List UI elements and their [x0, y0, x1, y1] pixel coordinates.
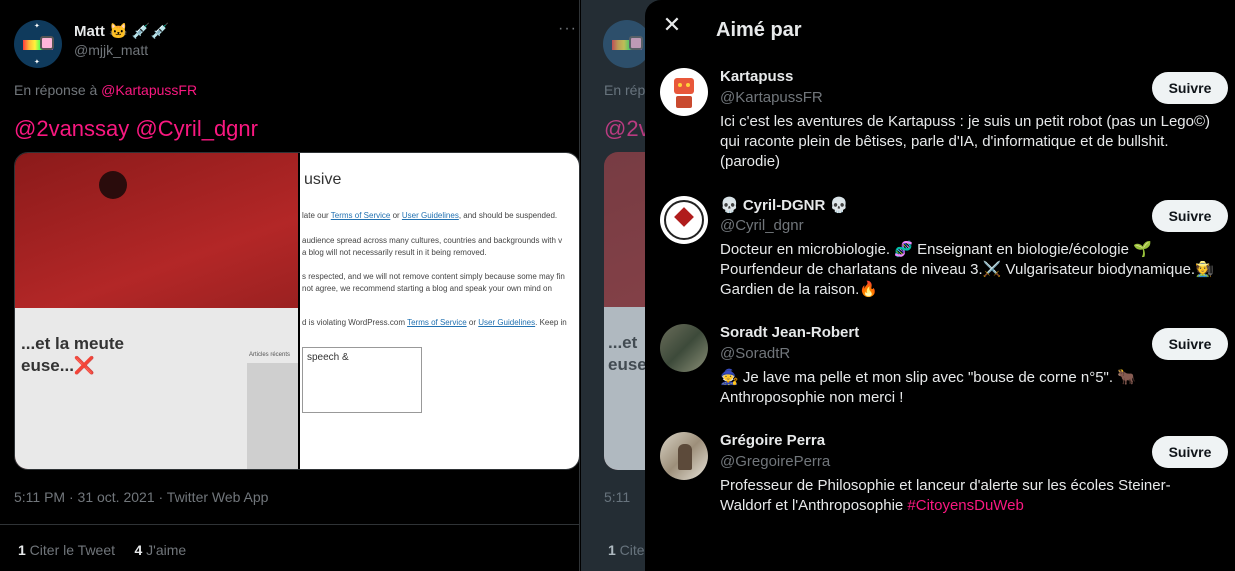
user-bio: Ici c'est les aventures de Kartapuss : j…	[720, 113, 1211, 170]
hashtag-link[interactable]: #CitoyensDuWeb	[907, 497, 1023, 514]
user-handle[interactable]: @GregoirePerra	[720, 453, 830, 470]
follow-button[interactable]: Suivre	[1152, 436, 1228, 468]
author-handle[interactable]: @mjjk_matt	[74, 42, 169, 58]
tweet-stats: 1 Citer le Tweet 4 J'aime	[18, 542, 186, 558]
modal-title: Aimé par	[716, 19, 802, 41]
reply-mention-link[interactable]: @KartapussFR	[101, 82, 197, 98]
user-name[interactable]: Kartapuss	[720, 68, 793, 85]
media-side-label: Articles récents	[249, 352, 291, 358]
user-name[interactable]: Soradt Jean-Robert	[720, 324, 859, 341]
user-avatar[interactable]	[660, 432, 708, 480]
tweet-timestamp[interactable]: 5:11 PM · 31 oct. 2021 · Twitter Web App	[14, 489, 268, 505]
tweet-detail: ✦ ✦ Matt 🐱 💉💉 @mjjk_matt ··· En réponse …	[0, 0, 580, 571]
media-paragraph: not agree, we recommend starting a blog …	[302, 284, 552, 293]
user-avatar[interactable]	[660, 324, 708, 372]
more-horizontal-icon[interactable]: ···	[558, 20, 577, 38]
user-handle[interactable]: @Cyril_dgnr	[720, 217, 804, 234]
liked-by-modal: ✕ Aimé par Kartapuss @KartapussFR Suivre…	[645, 0, 1235, 571]
follow-button[interactable]: Suivre	[1152, 72, 1228, 104]
reply-prefix: En réponse à	[14, 82, 102, 98]
media-doc-title: usive	[304, 171, 342, 188]
modal-header: ✕ Aimé par	[645, 0, 1235, 58]
divider	[0, 524, 580, 525]
user-handle[interactable]: @SoradtR	[720, 345, 790, 362]
follow-button[interactable]: Suivre	[1152, 200, 1228, 232]
media-paragraph: late our Terms of Service or User Guidel…	[302, 211, 558, 220]
reply-context: En réponse à @KartapussFR	[14, 82, 197, 98]
media-textarea: speech &	[302, 347, 422, 413]
author-avatar[interactable]: ✦ ✦	[14, 20, 62, 68]
follow-button[interactable]: Suivre	[1152, 328, 1228, 360]
user-bio: Professeur de Philosophie et lanceur d'a…	[720, 477, 1171, 514]
tweet-text-mentions[interactable]: @2vanssay @Cyril_dgnr	[14, 116, 258, 142]
blurred-avatar	[99, 171, 127, 199]
media-paragraph: audience spread across many cultures, co…	[302, 236, 563, 245]
user-bio: 🧙 Je lave ma pelle et mon slip avec "bou…	[720, 369, 1136, 406]
media-paragraph: a blog will not necessarily result in it…	[302, 248, 487, 257]
user-name[interactable]: Grégoire Perra	[720, 432, 825, 449]
tweet-media[interactable]: ...et la meute euse...❌ Articles récents…	[14, 152, 580, 470]
author-name[interactable]: Matt 🐱 💉💉	[74, 22, 169, 40]
user-avatar[interactable]	[660, 68, 708, 116]
user-bio: Docteur en microbiologie. 🧬 Enseignant e…	[720, 241, 1214, 298]
quote-tweets-link[interactable]: 1 Citer le Tweet	[18, 542, 115, 558]
media-paragraph: s respected, and we will not remove cont…	[302, 272, 565, 281]
media-image-left[interactable]: ...et la meute euse...❌ Articles récents	[15, 153, 298, 469]
user-name[interactable]: 💀 Cyril-DGNR 💀	[720, 196, 848, 214]
user-avatar[interactable]	[660, 196, 708, 244]
likes-link[interactable]: 4 J'aime	[134, 542, 186, 558]
tweet-author[interactable]: Matt 🐱 💉💉 @mjjk_matt	[74, 22, 169, 58]
media-headline: ...et la meute euse...❌	[21, 334, 124, 375]
media-paragraph: d is violating WordPress.com Terms of Se…	[302, 318, 567, 327]
user-handle[interactable]: @KartapussFR	[720, 89, 823, 106]
close-icon[interactable]: ✕	[661, 14, 683, 36]
media-image-right[interactable]: usive late our Terms of Service or User …	[300, 153, 579, 469]
